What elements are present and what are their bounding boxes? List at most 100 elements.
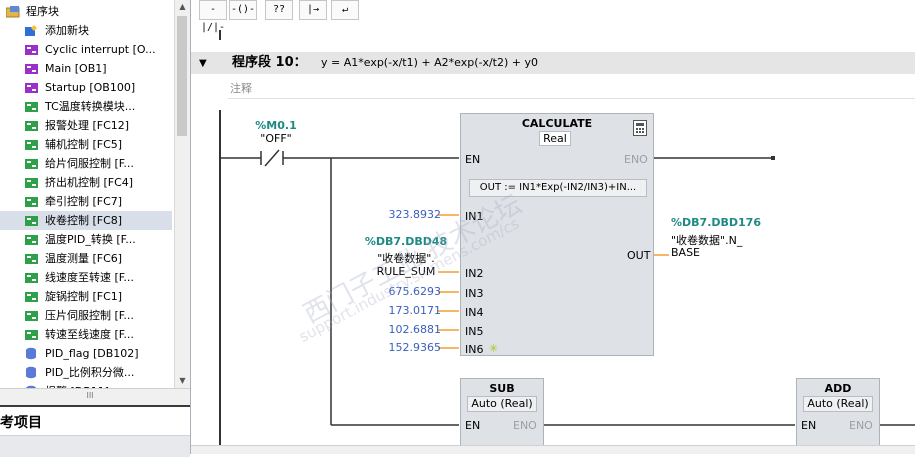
tree-item[interactable]: 牵引控制 [FC7] bbox=[0, 192, 172, 211]
add-input-icon[interactable]: ✳ bbox=[489, 342, 498, 355]
fc-icon bbox=[25, 252, 38, 264]
add-block-icon bbox=[25, 24, 38, 36]
out-symbol-2[interactable]: BASE bbox=[671, 246, 700, 259]
calculator-icon[interactable] bbox=[633, 120, 647, 136]
add-en-pin[interactable]: EN bbox=[801, 419, 816, 432]
calc-in5-pin[interactable]: IN5 bbox=[465, 325, 483, 338]
tree-item-label: 温度测量 [FC6] bbox=[45, 252, 123, 265]
tree-item-label: 辅机控制 [FC5] bbox=[45, 138, 123, 151]
tree-item[interactable]: 温度PID_转换 [F... bbox=[0, 230, 172, 249]
in3-value[interactable]: 675.6293 bbox=[371, 285, 442, 298]
calculate-title: CALCULATE bbox=[521, 117, 593, 130]
tree-item[interactable]: Cyclic interrupt [O... bbox=[0, 40, 172, 59]
tree-item-label: Startup [OB100] bbox=[45, 81, 136, 94]
add-eno-pin[interactable]: ENO bbox=[849, 419, 873, 432]
sub-box[interactable]: SUB Auto (Real) EN ENO bbox=[460, 378, 544, 454]
tree-horizontal-scrollbar[interactable]: III bbox=[0, 388, 190, 405]
tree-item[interactable]: 辅机控制 [FC5] bbox=[0, 135, 172, 154]
tree-item[interactable]: TC温度转换模块... bbox=[0, 97, 172, 116]
tree-item-label: Main [OB1] bbox=[45, 62, 107, 75]
in1-value[interactable]: 323.8932 bbox=[371, 208, 442, 221]
scroll-thumb[interactable] bbox=[177, 16, 187, 136]
tree-item[interactable]: 挤出机控制 [FC4] bbox=[0, 173, 172, 192]
calc-en-pin[interactable]: EN bbox=[465, 153, 480, 166]
fc-icon bbox=[25, 157, 38, 169]
tree-item[interactable]: 旋锅控制 [FC1] bbox=[0, 287, 172, 306]
tree-item-label: 温度PID_转换 [F... bbox=[45, 233, 136, 246]
sub-title: SUB bbox=[489, 382, 515, 395]
db-icon bbox=[25, 366, 38, 379]
calculate-box[interactable]: CALCULATE Real EN ENO OUT := IN1*Exp(-IN… bbox=[460, 113, 654, 356]
tree-item[interactable]: 收卷控制 [FC8] bbox=[0, 211, 172, 230]
calc-eno-pin[interactable]: ENO bbox=[624, 153, 648, 166]
tree-item-label: TC温度转换模块... bbox=[45, 100, 136, 113]
tree-item[interactable]: 转速至线速度 [F... bbox=[0, 325, 172, 344]
calc-out-pin[interactable]: OUT bbox=[627, 249, 650, 262]
calculate-type-selector[interactable]: Real bbox=[539, 131, 571, 146]
out-address[interactable]: %DB7.DBD176 bbox=[671, 216, 761, 229]
add-box[interactable]: ADD Auto (Real) EN ENO bbox=[796, 378, 880, 454]
tree-item[interactable]: 温度测量 [FC6] bbox=[0, 249, 172, 268]
fc-icon bbox=[25, 138, 38, 150]
db-icon bbox=[25, 347, 38, 360]
sub-type-selector[interactable]: Auto (Real) bbox=[467, 396, 537, 412]
tree-item-label: 给片伺服控制 [F... bbox=[45, 157, 134, 170]
tree-item-label: 收卷控制 [FC8] bbox=[45, 214, 123, 227]
sub-eno-pin[interactable]: ENO bbox=[513, 419, 537, 432]
tree-item[interactable]: Main [OB1] bbox=[0, 59, 172, 78]
tree-root-program-blocks[interactable]: 程序块 bbox=[0, 2, 172, 21]
contact-slash bbox=[264, 149, 280, 167]
fc-icon bbox=[25, 290, 38, 302]
calc-expression[interactable]: OUT := IN1*Exp(-IN2/IN3)+IN... bbox=[469, 179, 647, 197]
tree-item-label: Cyclic interrupt [O... bbox=[45, 43, 156, 56]
tree-item-label: 挤出机控制 [FC4] bbox=[45, 176, 134, 189]
tree-item[interactable]: 给片伺服控制 [F... bbox=[0, 154, 172, 173]
tree-item-label: PID_flag [DB102] bbox=[45, 347, 139, 360]
fc-icon bbox=[25, 100, 38, 112]
reference-projects-panel: 考项目 bbox=[0, 405, 190, 457]
tree-item[interactable]: PID_比例积分微... bbox=[0, 363, 172, 382]
scroll-up-icon[interactable]: ▲ bbox=[175, 0, 190, 14]
tree-item-label: 转速至线速度 [F... bbox=[45, 328, 134, 341]
contact-symbol: "OFF" bbox=[260, 132, 292, 145]
project-tree: 程序块 添加新块 Cyclic interrupt [O... Main [OB1]… bbox=[0, 0, 190, 405]
scroll-down-icon[interactable]: ▼ bbox=[175, 374, 190, 388]
fc-icon bbox=[25, 195, 38, 207]
add-title: ADD bbox=[824, 382, 852, 395]
fc-icon bbox=[25, 328, 38, 340]
tree-vertical-scrollbar[interactable]: ▲ ▼ bbox=[174, 0, 190, 388]
calc-in4-pin[interactable]: IN4 bbox=[465, 306, 483, 319]
in2-symbol-2[interactable]: RULE_SUM bbox=[361, 265, 451, 278]
calc-in6-pin[interactable]: IN6 bbox=[465, 343, 483, 356]
panel-title: 考项目 bbox=[0, 415, 42, 431]
editor-horizontal-scrollbar[interactable] bbox=[191, 445, 915, 454]
in6-value[interactable]: 152.9365 bbox=[371, 341, 442, 354]
tree-item[interactable]: Startup [OB100] bbox=[0, 78, 172, 97]
scroll-grip[interactable]: III bbox=[60, 391, 120, 402]
ob-icon bbox=[25, 81, 38, 93]
fc-icon bbox=[25, 214, 38, 226]
calc-in2-pin[interactable]: IN2 bbox=[465, 267, 483, 280]
tree-item-label: PID_比例积分微... bbox=[45, 366, 135, 379]
tree-item-label: 旋锅控制 [FC1] bbox=[45, 290, 123, 303]
in4-value[interactable]: 173.0171 bbox=[371, 304, 442, 317]
tree-item-label: 添加新块 bbox=[45, 24, 89, 37]
ladder-editor: -|/|- -()- ?? |→ ↵ ▼ 程序段 10： y = A1*exp(… bbox=[191, 0, 915, 454]
calc-in3-pin[interactable]: IN3 bbox=[465, 287, 483, 300]
tree-item[interactable]: PID_flag [DB102] bbox=[0, 344, 172, 363]
fc-icon bbox=[25, 233, 38, 245]
in2-symbol-1[interactable]: "收卷数据". bbox=[361, 250, 451, 266]
calc-in1-pin[interactable]: IN1 bbox=[465, 210, 483, 223]
in5-value[interactable]: 102.6881 bbox=[371, 323, 442, 336]
tree-item[interactable]: 线速度至转速 [F... bbox=[0, 268, 172, 287]
in2-address[interactable]: %DB7.DBD48 bbox=[361, 235, 451, 248]
folder-icon bbox=[5, 5, 20, 18]
fc-icon bbox=[25, 119, 38, 131]
fc-icon bbox=[25, 176, 38, 188]
add-type-selector[interactable]: Auto (Real) bbox=[803, 396, 873, 412]
sub-en-pin[interactable]: EN bbox=[465, 419, 480, 432]
tree-item[interactable]: 压片伺服控制 [F... bbox=[0, 306, 172, 325]
tree-item[interactable]: 报警处理 [FC12] bbox=[0, 116, 172, 135]
tree-item[interactable]: 添加新块 bbox=[0, 21, 172, 40]
wire-end bbox=[771, 156, 775, 160]
